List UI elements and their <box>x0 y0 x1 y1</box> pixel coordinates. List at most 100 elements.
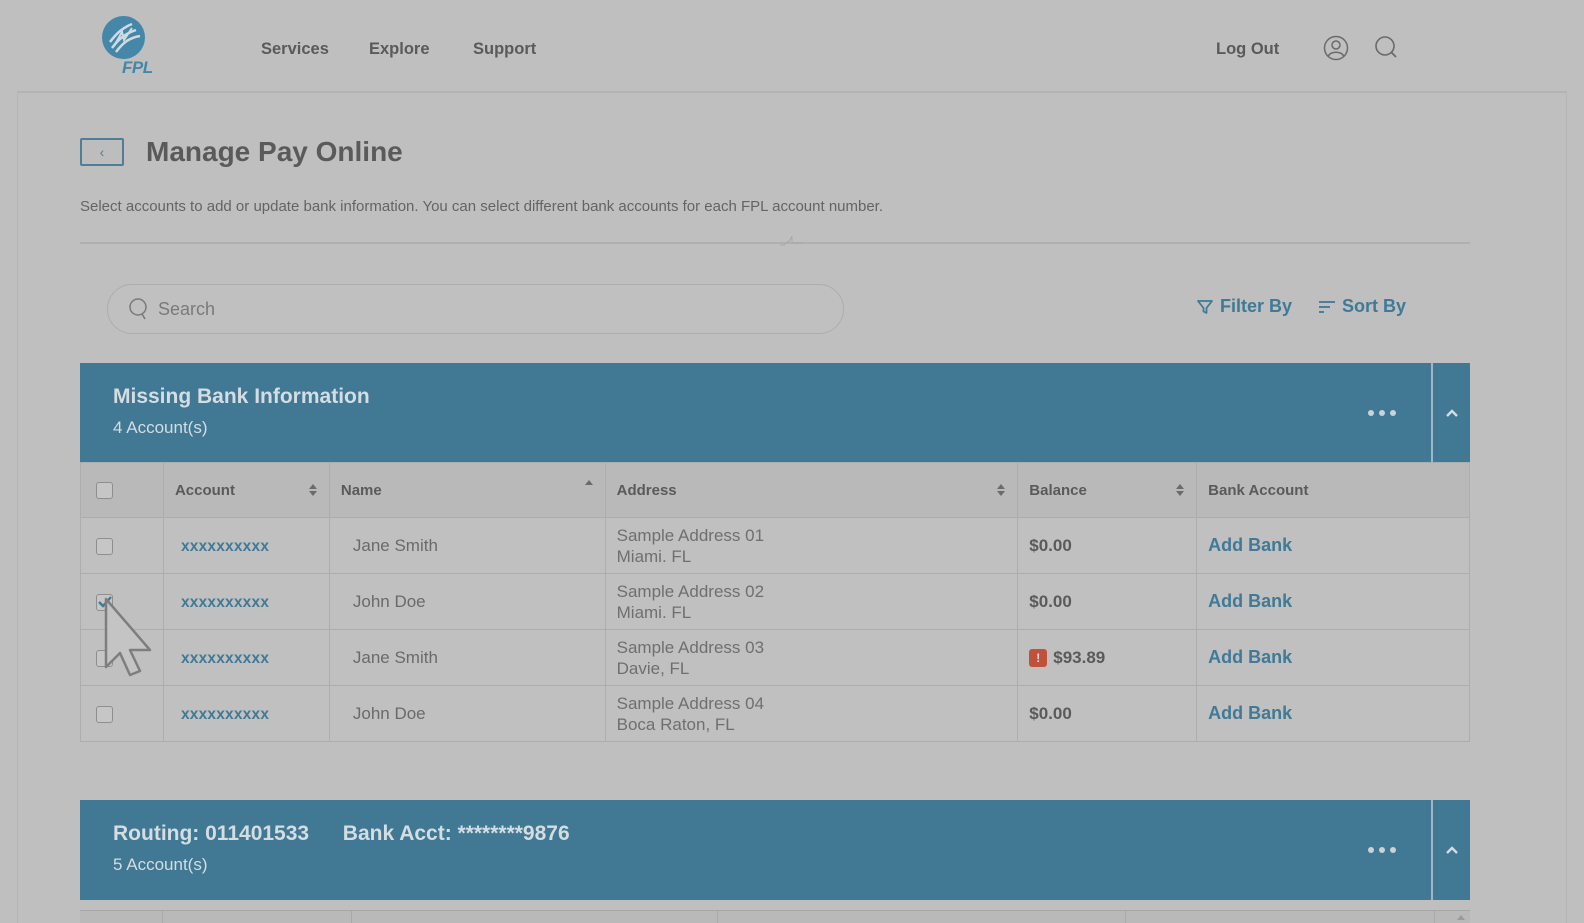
address-cell: Sample Address 02 Miami. FL <box>604 573 1019 630</box>
address-cell: Sample Address 01 Miami. FL <box>604 517 1019 574</box>
group-account-count: 4 Account(s) <box>113 418 208 437</box>
fpl-logo-mark-icon <box>102 16 145 59</box>
account-number-link[interactable]: xxxxxxxxxx <box>181 706 269 723</box>
nav-explore[interactable]: Explore <box>369 40 430 59</box>
account-cell: xxxxxxxxxx <box>162 517 330 574</box>
add-bank-link[interactable]: Add Bank <box>1208 535 1292 555</box>
address-line-1: Sample Address 02 <box>616 581 765 601</box>
nav-services[interactable]: Services <box>261 40 329 59</box>
table-row: xxxxxxxxxx John Doe Sample Address 04 Bo… <box>80 685 1470 742</box>
column-header-balance[interactable]: Balance <box>1017 462 1198 518</box>
sort-both-icon <box>1176 484 1185 496</box>
add-bank-link[interactable]: Add Bank <box>1208 591 1292 611</box>
column-label: Balance <box>1029 481 1087 499</box>
collapse-group-button[interactable] <box>1431 800 1470 900</box>
bank-account-cell: Add Bank <box>1196 685 1470 742</box>
more-options-icon[interactable] <box>1368 842 1404 858</box>
filter-funnel-icon <box>1197 299 1213 314</box>
balance-amount: $0.00 <box>1029 535 1072 555</box>
scroll-up-arrow-icon[interactable] <box>1455 912 1467 922</box>
page-subtitle: Select accounts to add or update bank in… <box>80 198 884 215</box>
more-options-icon[interactable] <box>1368 405 1404 421</box>
group-header: Missing Bank Information 4 Account(s) <box>80 363 1430 463</box>
table-row: xxxxxxxxxx Jane Smith Sample Address 01 … <box>80 517 1470 574</box>
select-all-cell <box>80 462 164 518</box>
add-bank-link[interactable]: Add Bank <box>1208 703 1292 723</box>
column-label: Name <box>340 481 382 499</box>
table-header-row: Account Name Address Balance Bank Accoun… <box>80 462 1470 518</box>
balance-cell: $0.00 <box>1017 685 1198 742</box>
balance-cell: $0.00 <box>1017 517 1198 574</box>
address-line-2: Davie, FL <box>616 658 690 678</box>
row-checkbox[interactable] <box>96 705 113 723</box>
account-holder-name: Jane Smith <box>352 647 438 667</box>
routing-number: Routing: 011401533 <box>113 822 310 845</box>
site-header: FPL Services Explore Support Log Out <box>0 0 1584 93</box>
account-number-link[interactable]: xxxxxxxxxx <box>181 650 269 667</box>
header-divider <box>17 91 1567 93</box>
back-button[interactable]: ‹ <box>80 138 124 166</box>
sort-by-label: Sort By <box>1342 296 1407 316</box>
account-holder-name: Jane Smith <box>352 535 438 555</box>
account-cell: xxxxxxxxxx <box>162 629 330 686</box>
search-field[interactable] <box>107 284 844 334</box>
name-cell: Jane Smith <box>328 517 606 574</box>
sort-both-icon <box>997 484 1006 496</box>
fpl-logo[interactable]: FPL <box>100 14 170 77</box>
search-icon <box>129 298 147 320</box>
row-select-cell <box>80 573 164 630</box>
collapse-group-button[interactable] <box>1431 363 1470 463</box>
row-checkbox[interactable] <box>96 649 113 667</box>
group-missing-bank-banner: Missing Bank Information 4 Account(s) <box>80 363 1470 463</box>
logout-link[interactable]: Log Out <box>1216 40 1279 59</box>
row-checkbox[interactable] <box>96 537 113 555</box>
bank-account-number: Bank Acct: ********9876 <box>342 822 570 845</box>
table-row: xxxxxxxxxx Jane Smith Sample Address 03 … <box>80 629 1470 686</box>
group-2-table-header <box>80 910 1470 923</box>
content-frame-right <box>1566 92 1567 923</box>
content-frame-left <box>17 92 18 923</box>
address-line-2: Miami. FL <box>616 546 692 566</box>
sort-ascending-icon <box>584 480 593 485</box>
account-holder-name: John Doe <box>352 703 426 723</box>
address-line-1: Sample Address 01 <box>616 525 765 545</box>
row-select-cell <box>80 629 164 686</box>
row-checkbox-checked[interactable] <box>96 593 113 611</box>
user-circle-icon[interactable] <box>1322 34 1350 62</box>
group-header: Routing: 011401533 Bank Acct: ********98… <box>80 800 1430 900</box>
search-input[interactable] <box>158 298 808 320</box>
column-label: Address <box>616 481 677 499</box>
balance-cell: $0.00 <box>1017 573 1198 630</box>
address-line-2: Miami. FL <box>616 602 692 622</box>
filter-by-button[interactable]: Filter By <box>1196 296 1292 317</box>
balance-amount: $93.89 <box>1053 648 1106 667</box>
table-row: xxxxxxxxxx John Doe Sample Address 02 Mi… <box>80 573 1470 630</box>
column-label: Bank Account <box>1208 481 1309 499</box>
row-select-cell <box>80 685 164 742</box>
name-cell: Jane Smith <box>328 629 606 686</box>
bank-account-cell: Add Bank <box>1196 573 1470 630</box>
column-header-address[interactable]: Address <box>604 462 1019 518</box>
column-header-name[interactable]: Name <box>328 462 606 518</box>
account-holder-name: John Doe <box>352 591 426 611</box>
column-header-bank-account: Bank Account <box>1196 462 1470 518</box>
account-number-link[interactable]: xxxxxxxxxx <box>181 594 269 611</box>
address-cell: Sample Address 03 Davie, FL <box>604 629 1019 686</box>
select-all-checkbox[interactable] <box>96 481 113 499</box>
search-icon[interactable] <box>1373 34 1401 62</box>
column-header-account[interactable]: Account <box>162 462 330 518</box>
filter-by-label: Filter By <box>1220 296 1293 316</box>
fpl-logo-text: FPL <box>122 58 153 77</box>
group-bank-account-banner: Routing: 011401533 Bank Acct: ********98… <box>80 800 1470 900</box>
balance-amount: $0.00 <box>1029 591 1072 611</box>
divider-notch-icon <box>780 235 804 246</box>
chevron-up-icon <box>1445 409 1458 417</box>
bank-account-cell: Add Bank <box>1196 629 1470 686</box>
nav-support[interactable]: Support <box>473 40 536 59</box>
sort-by-button[interactable]: Sort By <box>1318 296 1406 317</box>
page-title: Manage Pay Online <box>146 136 403 167</box>
account-number-link[interactable]: xxxxxxxxxx <box>181 538 269 555</box>
add-bank-link[interactable]: Add Bank <box>1208 647 1292 667</box>
balance-cell: ! $93.89 <box>1017 629 1198 686</box>
group-account-count: 5 Account(s) <box>113 855 208 874</box>
